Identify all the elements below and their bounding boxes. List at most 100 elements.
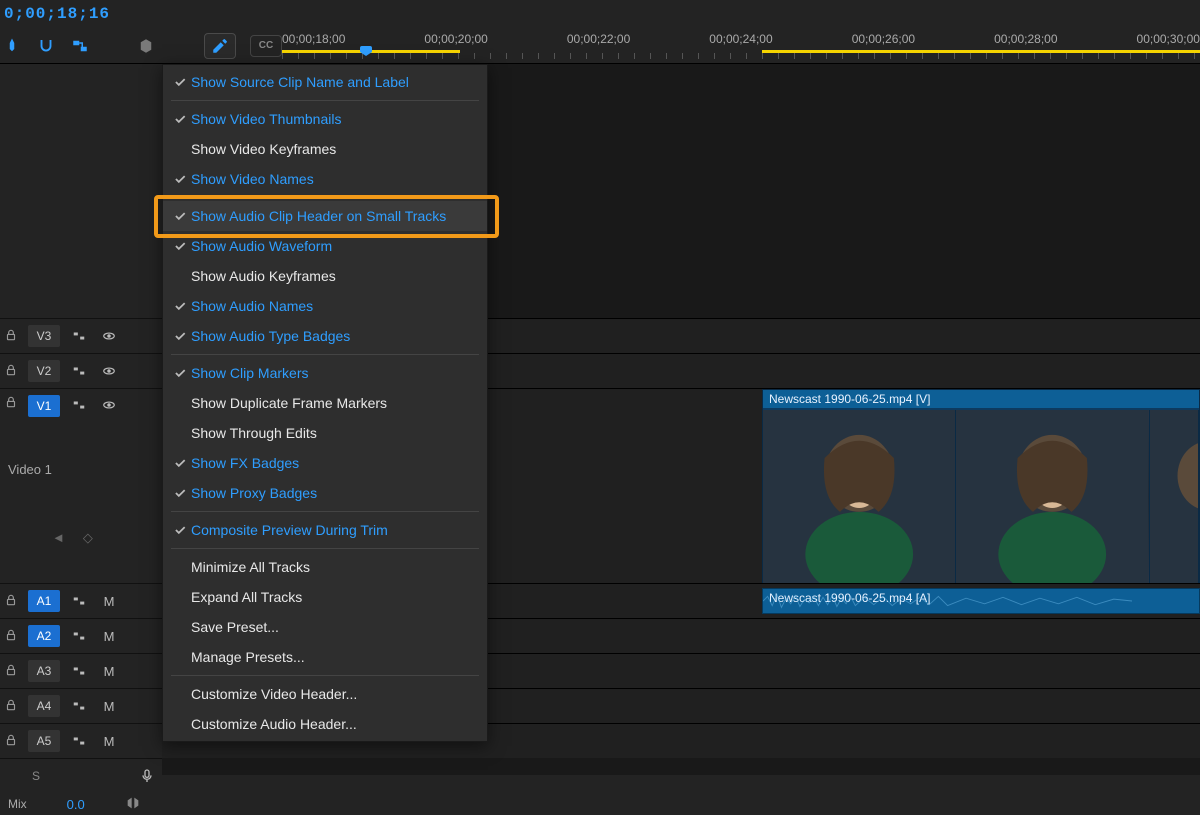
toggle-sync-lock-icon[interactable] bbox=[68, 591, 90, 611]
lock-icon[interactable] bbox=[4, 628, 20, 645]
audio-clip[interactable]: Newscast 1990-06-25.mp4 [A] bbox=[762, 588, 1200, 614]
audio-track-header[interactable]: A3 M bbox=[0, 653, 162, 688]
check-icon bbox=[169, 329, 191, 343]
menu-item[interactable]: Show Proxy Badges bbox=[163, 478, 487, 508]
track-header-panel: V3 V2 V1 Video 1◄◇ A1 M A2 M A3 M A4 M A… bbox=[0, 64, 162, 775]
menu-item[interactable]: Manage Presets... bbox=[163, 642, 487, 672]
add-marker-icon[interactable] bbox=[2, 36, 22, 56]
track-id-label[interactable]: A2 bbox=[28, 625, 60, 647]
lock-icon[interactable] bbox=[4, 698, 20, 715]
solo-button[interactable]: S bbox=[28, 769, 40, 783]
menu-item[interactable]: Customize Audio Header... bbox=[163, 709, 487, 739]
audio-track-header[interactable]: A4 M bbox=[0, 688, 162, 723]
toggle-sync-lock-icon[interactable] bbox=[68, 395, 90, 415]
menu-item[interactable]: Show FX Badges bbox=[163, 448, 487, 478]
mute-button[interactable]: M bbox=[98, 626, 120, 646]
menu-item[interactable]: Show Video Keyframes bbox=[163, 134, 487, 164]
menu-item[interactable]: Show Through Edits bbox=[163, 418, 487, 448]
playhead[interactable] bbox=[360, 46, 372, 62]
menu-item[interactable]: Save Preset... bbox=[163, 612, 487, 642]
closed-captions-button[interactable]: CC bbox=[250, 35, 282, 57]
pan-icon[interactable] bbox=[125, 795, 145, 814]
time-ruler[interactable]: 00;00;18;0000;00;20;0000;00;22;0000;00;2… bbox=[282, 28, 1200, 64]
menu-item[interactable]: Show Duplicate Frame Markers bbox=[163, 388, 487, 418]
video-clip[interactable]: Newscast 1990-06-25.mp4 [V] bbox=[762, 389, 1200, 584]
menu-item[interactable]: Show Audio Names bbox=[163, 291, 487, 321]
marker-icon[interactable] bbox=[136, 36, 156, 56]
clip-thumbnail bbox=[956, 410, 1149, 583]
mix-track-header: Mix 0.0 bbox=[0, 793, 162, 815]
menu-item-label: Show Proxy Badges bbox=[191, 485, 475, 501]
menu-item-label: Show Source Clip Name and Label bbox=[191, 74, 475, 90]
timecode-display[interactable]: 0;00;18;16 bbox=[4, 5, 110, 23]
menu-item[interactable]: Show Video Thumbnails bbox=[163, 104, 487, 134]
track-id-label[interactable]: V1 bbox=[28, 395, 60, 417]
mute-button[interactable]: M bbox=[98, 591, 120, 611]
toggle-sync-lock-icon[interactable] bbox=[68, 661, 90, 681]
menu-item-label: Expand All Tracks bbox=[191, 589, 475, 605]
ruler-label: 00;00;28;00 bbox=[994, 32, 1057, 46]
mute-button[interactable]: M bbox=[98, 731, 120, 751]
track-id-label[interactable]: A3 bbox=[28, 660, 60, 682]
video-track-header[interactable]: V3 bbox=[0, 318, 162, 353]
toggle-sync-lock-icon[interactable] bbox=[68, 626, 90, 646]
check-icon bbox=[169, 209, 191, 223]
track-id-label[interactable]: V3 bbox=[28, 325, 60, 347]
prev-keyframe-icon[interactable]: ◄ bbox=[52, 530, 65, 546]
menu-item-label: Show Audio Clip Header on Small Tracks bbox=[191, 208, 475, 224]
toggle-track-output-icon[interactable] bbox=[98, 361, 120, 381]
toggle-track-output-icon[interactable] bbox=[98, 395, 120, 415]
track-id-label[interactable]: A1 bbox=[28, 590, 60, 612]
track-id-label[interactable]: A4 bbox=[28, 695, 60, 717]
ruler-label: 00;00;30;00 bbox=[1137, 32, 1200, 46]
menu-item[interactable]: Show Source Clip Name and Label bbox=[163, 67, 487, 97]
audio-track-header[interactable]: A1 M bbox=[0, 583, 162, 618]
snap-icon[interactable] bbox=[36, 36, 56, 56]
menu-item-label: Show Video Thumbnails bbox=[191, 111, 475, 127]
video-track-header[interactable]: V1 Video 1◄◇ bbox=[0, 388, 162, 583]
lock-icon[interactable] bbox=[4, 328, 20, 345]
menu-item[interactable]: Minimize All Tracks bbox=[163, 552, 487, 582]
toggle-sync-lock-icon[interactable] bbox=[68, 326, 90, 346]
toggle-sync-lock-icon[interactable] bbox=[68, 696, 90, 716]
mute-button[interactable]: M bbox=[98, 696, 120, 716]
audio-track-header[interactable]: A5 M bbox=[0, 723, 162, 758]
timeline-display-settings-button[interactable] bbox=[204, 33, 236, 59]
menu-item-label: Customize Video Header... bbox=[191, 686, 475, 702]
track-id-label[interactable]: V2 bbox=[28, 360, 60, 382]
menu-item[interactable]: Show Video Names bbox=[163, 164, 487, 194]
check-icon bbox=[169, 239, 191, 253]
check-icon bbox=[169, 523, 191, 537]
menu-item-label: Show Through Edits bbox=[191, 425, 475, 441]
keyframe-diamond-icon[interactable]: ◇ bbox=[83, 530, 93, 546]
clip-name-label: Newscast 1990-06-25.mp4 [V] bbox=[763, 390, 1199, 408]
lock-icon[interactable] bbox=[4, 363, 20, 380]
check-icon bbox=[169, 456, 191, 470]
clip-thumbnail bbox=[763, 410, 956, 583]
menu-item[interactable]: Customize Video Header... bbox=[163, 679, 487, 709]
menu-item[interactable]: Show Audio Type Badges bbox=[163, 321, 487, 351]
lock-icon[interactable] bbox=[4, 395, 20, 412]
lock-icon[interactable] bbox=[4, 733, 20, 750]
toggle-sync-lock-icon[interactable] bbox=[68, 361, 90, 381]
menu-item[interactable]: Show Audio Keyframes bbox=[163, 261, 487, 291]
menu-item-label: Save Preset... bbox=[191, 619, 475, 635]
lock-icon[interactable] bbox=[4, 663, 20, 680]
menu-item-label: Show Audio Names bbox=[191, 298, 475, 314]
track-id-label[interactable]: A5 bbox=[28, 730, 60, 752]
linked-selection-icon[interactable] bbox=[70, 36, 90, 56]
toggle-sync-lock-icon[interactable] bbox=[68, 731, 90, 751]
mute-button[interactable]: M bbox=[98, 661, 120, 681]
menu-item[interactable]: Show Audio Waveform bbox=[163, 231, 487, 261]
video-track-header[interactable]: V2 bbox=[0, 353, 162, 388]
menu-item-label: Show Duplicate Frame Markers bbox=[191, 395, 475, 411]
menu-item[interactable]: Composite Preview During Trim bbox=[163, 515, 487, 545]
menu-item[interactable]: Show Audio Clip Header on Small Tracks bbox=[163, 201, 487, 231]
toggle-track-output-icon[interactable] bbox=[98, 326, 120, 346]
menu-item[interactable]: Show Clip Markers bbox=[163, 358, 487, 388]
menu-item-label: Minimize All Tracks bbox=[191, 559, 475, 575]
audio-track-header[interactable]: A2 M bbox=[0, 618, 162, 653]
voice-over-record-icon[interactable] bbox=[136, 766, 158, 786]
menu-item[interactable]: Expand All Tracks bbox=[163, 582, 487, 612]
lock-icon[interactable] bbox=[4, 593, 20, 610]
